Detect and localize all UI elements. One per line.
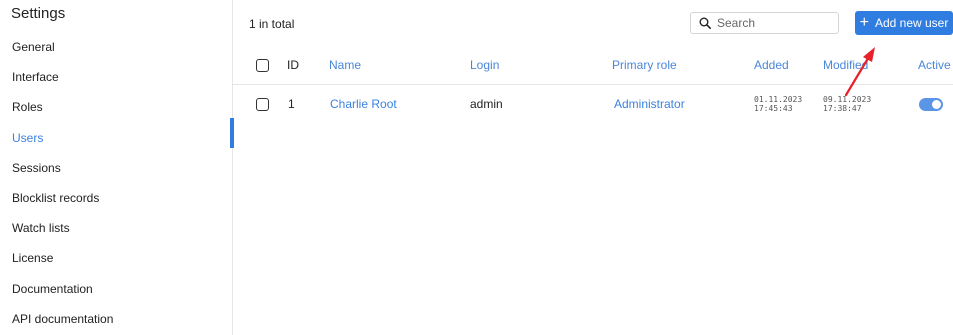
active-toggle[interactable]	[919, 97, 943, 111]
sidebar-item-api-documentation[interactable]: API documentation	[0, 304, 233, 334]
add-new-user-button[interactable]: + Add new user	[855, 11, 953, 35]
modified-time: 17:38:47	[823, 104, 862, 113]
sidebar-item-documentation[interactable]: Documentation	[0, 274, 233, 304]
user-role-link[interactable]: Administrator	[614, 85, 685, 123]
modified-date: 09.11.2023	[823, 95, 872, 104]
sidebar-item-general[interactable]: General	[0, 32, 233, 62]
plus-icon: +	[859, 14, 869, 31]
sidebar-item-interface[interactable]: Interface	[0, 62, 233, 92]
user-modified: 09.11.2023 17:38:47	[823, 85, 871, 123]
sidebar-item-users[interactable]: Users	[0, 117, 234, 153]
settings-sidebar: Settings General Interface Roles Users S…	[0, 0, 234, 335]
search-icon	[699, 17, 711, 29]
sidebar-nav: General Interface Roles Users Sessions B…	[0, 32, 234, 334]
table-header: ID Name Login Primary role Added Modifie…	[233, 46, 953, 85]
sidebar-item-roles[interactable]: Roles	[0, 92, 233, 122]
users-panel: 1 in total + Add new user ID Name Login …	[233, 0, 953, 335]
user-added: 01.11.2023 17:45:43	[754, 85, 802, 123]
sidebar-item-sessions[interactable]: Sessions	[0, 153, 233, 183]
sidebar-item-blocklist-records[interactable]: Blocklist records	[0, 183, 233, 213]
user-name-link[interactable]: Charlie Root	[330, 85, 397, 123]
select-all-cell	[256, 46, 269, 84]
users-table: ID Name Login Primary role Added Modifie…	[233, 46, 953, 123]
column-header-primary-role[interactable]: Primary role	[612, 46, 677, 84]
column-header-login[interactable]: Login	[470, 46, 499, 84]
added-date: 01.11.2023	[754, 95, 803, 104]
sidebar-title: Settings	[11, 5, 66, 22]
user-login: admin	[470, 97, 503, 111]
select-all-checkbox[interactable]	[256, 58, 269, 72]
column-header-modified[interactable]: Modified	[823, 46, 868, 84]
total-count: 1 in total	[249, 17, 295, 31]
active-cell	[919, 85, 943, 123]
column-header-name[interactable]: Name	[329, 46, 361, 84]
column-header-id[interactable]: ID	[287, 46, 299, 84]
search-input[interactable]	[717, 16, 827, 30]
column-header-active[interactable]: Active	[918, 46, 951, 84]
row-select-cell	[256, 85, 269, 123]
table-row[interactable]: 1 Charlie Root admin Administrator 01.11…	[233, 85, 953, 123]
search-box[interactable]	[690, 12, 839, 34]
sidebar-item-license[interactable]: License	[0, 243, 233, 273]
row-id: 1	[288, 97, 295, 111]
column-header-added[interactable]: Added	[754, 46, 789, 84]
add-new-user-label: Add new user	[874, 16, 949, 30]
added-time: 17:45:43	[754, 104, 793, 113]
sidebar-item-watch-lists[interactable]: Watch lists	[0, 213, 233, 243]
row-checkbox[interactable]	[256, 97, 269, 111]
